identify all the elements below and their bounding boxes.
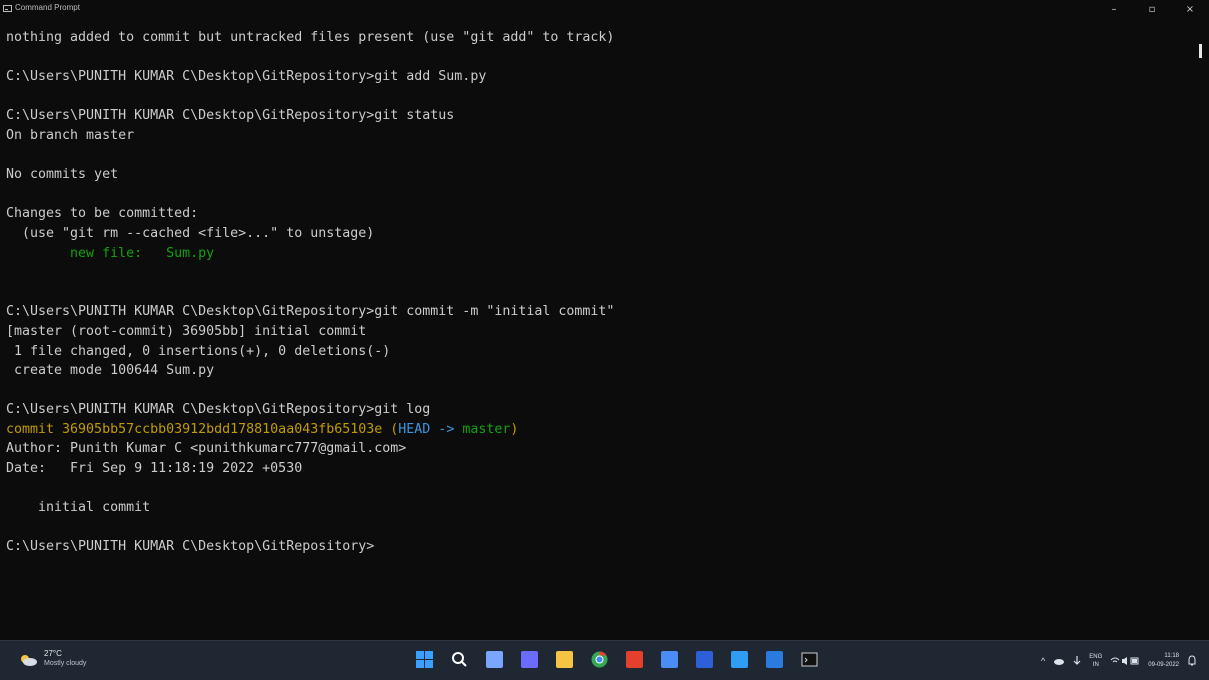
branch-ref: master: [462, 421, 511, 437]
taskbar-apps: [416, 651, 818, 671]
download-icon[interactable]: [1073, 655, 1081, 667]
console-line: C:\Users\PUNITH KUMAR C\Desktop\GitRepos…: [6, 108, 455, 124]
console-line: commit 36905bb57ccbb03912bdd178810aa043f…: [6, 420, 1191, 440]
head-ref: HEAD ->: [398, 421, 463, 437]
ref-close-paren: ): [510, 421, 519, 437]
language-code: ENG: [1089, 654, 1103, 660]
clock[interactable]: 11:18 09-09-2022: [1148, 652, 1179, 670]
console-line: 1 file changed, 0 insertions(+), 0 delet…: [6, 343, 391, 359]
chrome-icon[interactable]: [591, 651, 608, 668]
clock-time: 11:18: [1164, 653, 1179, 659]
window-controls: – ▫ ×: [1095, 0, 1209, 20]
region-code: IN: [1092, 662, 1099, 668]
language-indicator[interactable]: ENG IN: [1089, 653, 1102, 669]
search-icon[interactable]: [451, 651, 468, 668]
command-prompt-icon: [3, 5, 12, 12]
taskbar: 27°C Mostly cloudy ^ ENG IN 11:18 09-09-…: [0, 640, 1209, 680]
console-line: (use "git rm --cached <file>..." to unst…: [6, 225, 375, 241]
title-bar[interactable]: Command Prompt – ▫ ×: [0, 0, 1209, 20]
system-tray: ^ ENG IN 11:18 09-09-2022: [1041, 647, 1197, 675]
scrollbar-thumb[interactable]: [1199, 44, 1202, 58]
console-line: C:\Users\PUNITH KUMAR C\Desktop\GitRepos…: [6, 304, 615, 320]
weather-condition: Mostly cloudy: [44, 660, 87, 667]
console-line: C:\Users\PUNITH KUMAR C\Desktop\GitRepos…: [6, 539, 375, 555]
close-button[interactable]: ×: [1171, 0, 1209, 20]
maximize-button[interactable]: ▫: [1133, 0, 1171, 20]
console-line: [master (root-commit) 36905bb] initial c…: [6, 323, 367, 339]
minimize-button[interactable]: –: [1095, 0, 1133, 20]
tray-overflow-chevron-icon[interactable]: ^: [1041, 656, 1045, 666]
chat-icon[interactable]: [521, 651, 538, 668]
network-volume-battery-icons[interactable]: [1110, 656, 1140, 666]
windows-start-icon[interactable]: [416, 651, 433, 668]
console-line: nothing added to commit but untracked fi…: [6, 30, 615, 45]
console-line: Date: Fri Sep 9 11:18:19 2022 +0530: [6, 461, 303, 477]
office-icon[interactable]: [626, 651, 643, 668]
outlook-icon[interactable]: [766, 651, 783, 668]
vscode-icon[interactable]: [731, 651, 748, 668]
file-explorer-icon[interactable]: [556, 651, 573, 668]
console-line: Author: Punith Kumar C <punithkumarc777@…: [6, 441, 407, 457]
terminal-icon[interactable]: [801, 651, 818, 668]
cloud-icon[interactable]: [18, 653, 38, 667]
store-icon[interactable]: [661, 651, 678, 668]
console-line: Changes to be committed:: [6, 206, 199, 222]
console-output[interactable]: nothing added to commit but untracked fi…: [6, 28, 1191, 557]
console-line: initial commit: [6, 500, 151, 516]
console-line: C:\Users\PUNITH KUMAR C\Desktop\GitRepos…: [6, 402, 431, 418]
commit-hash: commit 36905bb57ccbb03912bdd178810aa043f…: [6, 421, 391, 437]
console-line: No commits yet: [6, 167, 119, 183]
clock-date: 09-09-2022: [1148, 662, 1179, 668]
window-title: Command Prompt: [15, 3, 80, 12]
console-line: new file: Sum.py: [6, 245, 215, 261]
weather-widget[interactable]: 27°C Mostly cloudy: [44, 649, 86, 669]
cloud-sync-icon[interactable]: [1053, 656, 1065, 666]
task-view-icon[interactable]: [486, 651, 503, 668]
console-line: create mode 100644 Sum.py: [6, 363, 215, 379]
photoshop-icon[interactable]: [696, 651, 713, 668]
console-line: C:\Users\PUNITH KUMAR C\Desktop\GitRepos…: [6, 69, 487, 85]
weather-temperature: 27°C: [44, 649, 62, 658]
notification-bell-icon[interactable]: [1187, 655, 1197, 667]
console-line: On branch master: [6, 127, 135, 143]
command-prompt-window[interactable]: Command Prompt – ▫ × nothing added to co…: [0, 0, 1209, 640]
